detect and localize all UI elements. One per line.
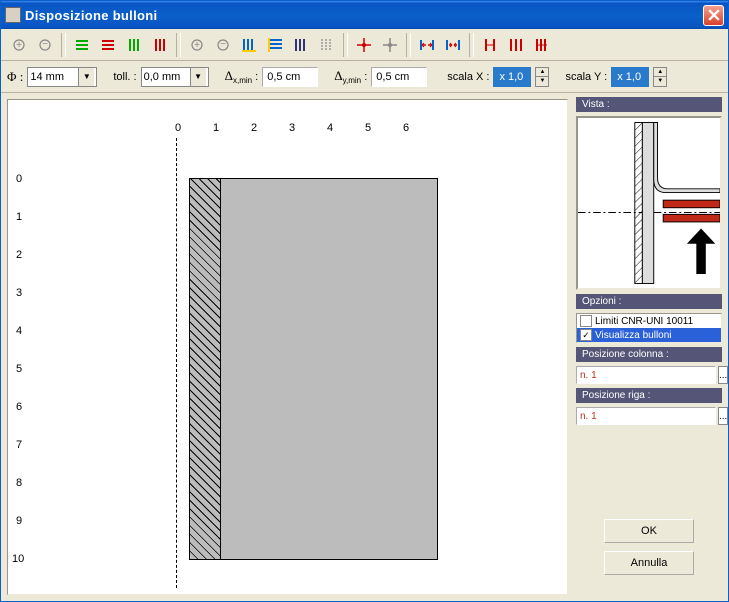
remove-row-icon[interactable]: −: [211, 33, 235, 57]
opzioni-label: Opzioni :: [576, 294, 722, 309]
x-tick-5: 5: [365, 122, 371, 134]
riga-edit-button[interactable]: ...: [718, 407, 728, 425]
collapse-h-icon[interactable]: [441, 33, 465, 57]
riga-label: Posizione riga :: [576, 388, 722, 403]
y-tick-7: 7: [16, 439, 22, 451]
cancel-button[interactable]: Annulla: [604, 551, 694, 575]
svg-text:−: −: [220, 39, 226, 50]
add-bolt-icon[interactable]: +: [7, 33, 31, 57]
phi-dropdown[interactable]: 14 mm ▼: [27, 67, 97, 87]
toll-dropdown[interactable]: 0,0 mm ▼: [141, 67, 209, 87]
cols-blue-icon[interactable]: [237, 33, 261, 57]
cols-dark-icon[interactable]: [289, 33, 313, 57]
dxmin-input[interactable]: 0,5 cm: [262, 67, 318, 87]
scalay-value[interactable]: x 1,0: [611, 67, 649, 87]
center-grey-icon[interactable]: [378, 33, 402, 57]
y-tick-5: 5: [16, 363, 22, 375]
phi-label: Φ :: [7, 69, 23, 85]
dymin-input[interactable]: 0,5 cm: [371, 67, 427, 87]
plate-main: [220, 178, 438, 560]
toolbar: + − + −: [1, 29, 728, 61]
options-list: Limiti CNR-UNI 10011 ✓ Visualizza bullon…: [576, 313, 722, 343]
rows-blue-icon[interactable]: [263, 33, 287, 57]
scalay-spinner[interactable]: ▲▼: [653, 67, 667, 87]
y-tick-2: 2: [16, 249, 22, 261]
x-tick-0: 0: [175, 122, 181, 134]
vista-label: Vista :: [576, 97, 722, 112]
chevron-down-icon: ▼: [78, 68, 94, 86]
dist-red1-icon[interactable]: [478, 33, 502, 57]
side-panel: Vista : Opzioni :: [574, 93, 728, 601]
y-tick-4: 4: [16, 325, 22, 337]
checkbox-checked-icon[interactable]: ✓: [580, 329, 592, 341]
col-position-input[interactable]: [576, 366, 716, 384]
scalax-value[interactable]: x 1,0: [493, 67, 531, 87]
x-tick-2: 2: [251, 122, 257, 134]
window-title: Disposizione bulloni: [25, 8, 703, 23]
col-label: Posizione colonna :: [576, 347, 722, 362]
plate-flange: [189, 178, 221, 560]
y-tick-0: 0: [16, 173, 22, 185]
axis-y-zero: [176, 138, 177, 588]
vista-preview: [576, 116, 722, 290]
scalay-label: scala Y :: [565, 71, 607, 83]
x-tick-6: 6: [403, 122, 409, 134]
vista-svg: [578, 118, 720, 288]
option-visualizza[interactable]: ✓ Visualizza bulloni: [577, 328, 721, 342]
align-v-green-icon[interactable]: [122, 33, 146, 57]
scalax-label: scala X :: [447, 71, 489, 83]
align-v-red-icon[interactable]: [148, 33, 172, 57]
expand-h-icon[interactable]: [415, 33, 439, 57]
align-h-red-icon[interactable]: [96, 33, 120, 57]
x-tick-3: 3: [289, 122, 295, 134]
svg-text:+: +: [16, 40, 22, 51]
dialog-window: Disposizione bulloni + − + − Φ : 14 mm: [0, 0, 729, 602]
svg-text:−: −: [42, 39, 48, 50]
y-tick-1: 1: [16, 211, 22, 223]
titlebar: Disposizione bulloni: [1, 1, 728, 29]
dist-red3-icon[interactable]: [530, 33, 554, 57]
riga-position-input[interactable]: [576, 407, 716, 425]
y-tick-8: 8: [16, 477, 22, 489]
checkbox-icon[interactable]: [580, 315, 592, 327]
dxmin-label: Δx,min :: [225, 68, 259, 85]
y-tick-10: 10: [12, 553, 24, 565]
y-tick-6: 6: [16, 401, 22, 413]
close-button[interactable]: [703, 5, 724, 26]
toll-label: toll. :: [113, 71, 136, 83]
col-edit-button[interactable]: ...: [718, 366, 728, 384]
app-icon: [5, 7, 21, 23]
chevron-down-icon: ▼: [190, 68, 206, 86]
y-tick-3: 3: [16, 287, 22, 299]
cols-dashed-icon[interactable]: [315, 33, 339, 57]
dymin-label: Δy,min :: [334, 68, 367, 85]
x-tick-4: 4: [327, 122, 333, 134]
ok-button[interactable]: OK: [604, 519, 694, 543]
align-h-green-icon[interactable]: [70, 33, 94, 57]
remove-bolt-icon[interactable]: −: [33, 33, 57, 57]
dialog-buttons: OK Annulla: [576, 507, 722, 595]
y-tick-9: 9: [16, 515, 22, 527]
scalax-spinner[interactable]: ▲▼: [535, 67, 549, 87]
col-position-row: ... < >: [576, 366, 722, 384]
riga-position-row: ... < >: [576, 407, 722, 425]
option-limiti[interactable]: Limiti CNR-UNI 10011: [577, 314, 721, 328]
dist-red2-icon[interactable]: [504, 33, 528, 57]
canvas-area[interactable]: 0 1 2 3 4 5 6 0 1 2 3 4 5 6 7 8 9 10: [7, 99, 568, 595]
center-red-icon[interactable]: [352, 33, 376, 57]
content-area: 0 1 2 3 4 5 6 0 1 2 3 4 5 6 7 8 9 10 Vis: [1, 93, 728, 601]
parameter-bar: Φ : 14 mm ▼ toll. : 0,0 mm ▼ Δx,min : 0,…: [1, 61, 728, 93]
x-tick-1: 1: [213, 122, 219, 134]
svg-text:+: +: [194, 40, 200, 51]
add-row-icon[interactable]: +: [185, 33, 209, 57]
